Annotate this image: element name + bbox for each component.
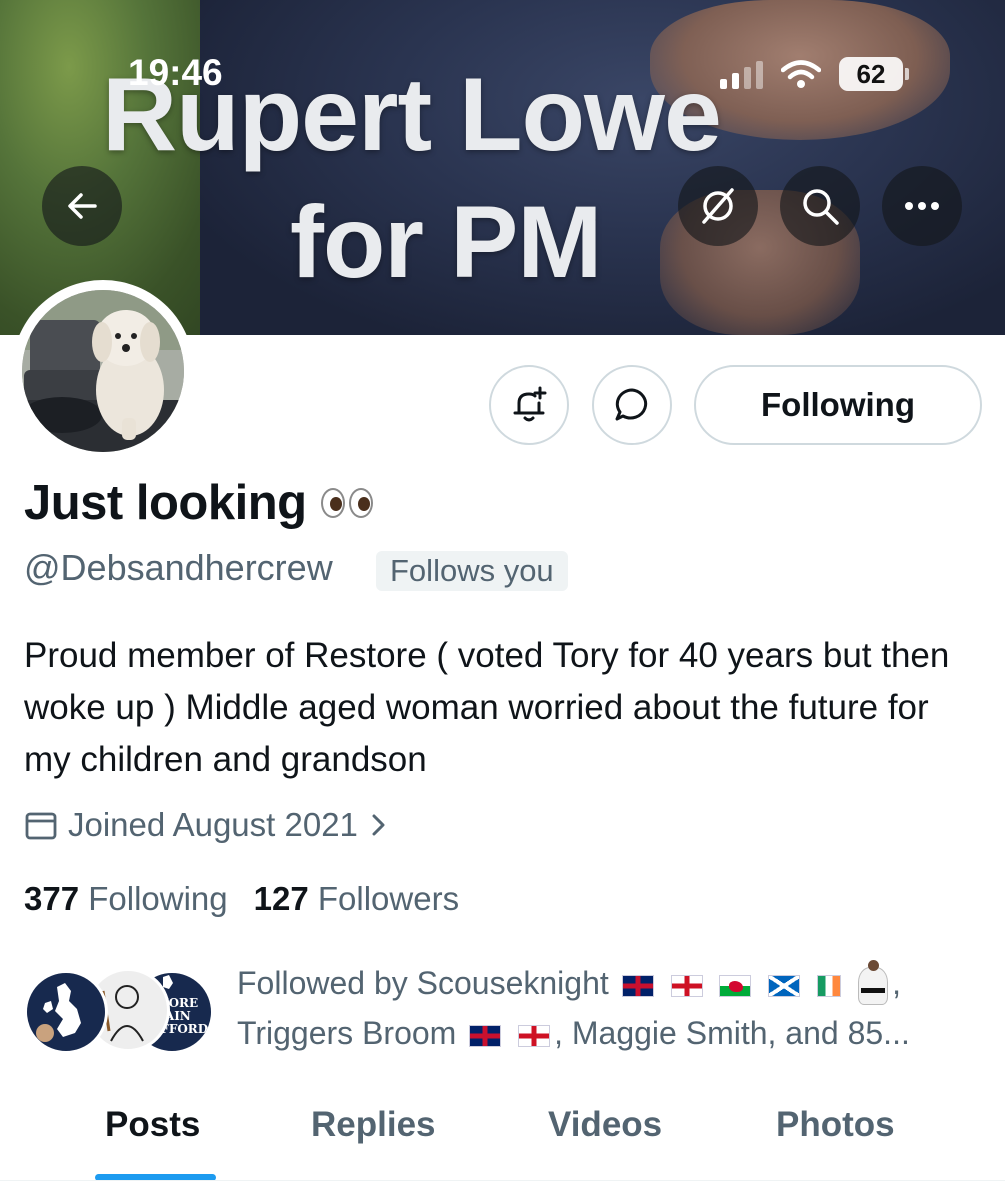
tab-photos[interactable]: Photos	[776, 1105, 895, 1145]
tab-divider	[0, 1180, 1005, 1181]
arrow-left-icon	[68, 193, 97, 219]
follower-avatar-1	[24, 970, 108, 1054]
ireland-flag-icon	[817, 974, 842, 997]
followed-by-rest: , Maggie Smith, and 85...	[554, 1015, 910, 1051]
followers-label: Followers	[317, 880, 460, 917]
bell-plus-icon	[513, 386, 547, 422]
followed-by-avatars[interactable]: STORE ITAIN AFFORD	[24, 968, 224, 1058]
profile-tabs: Posts Replies Videos Photos	[0, 1085, 1005, 1180]
signal-icon	[720, 59, 763, 89]
grok-icon	[702, 188, 734, 224]
profile-avatar[interactable]	[12, 280, 194, 462]
profile-bio: Proud member of Restore ( voted Tory for…	[24, 636, 950, 779]
chevron-right-icon	[372, 814, 385, 836]
england-flag-icon	[518, 1024, 551, 1047]
calendar-icon	[25, 812, 57, 840]
following-label: Following	[88, 880, 228, 917]
eyes-emoji-icon	[320, 488, 373, 518]
followers-count: 127	[253, 880, 309, 917]
following-stat[interactable]: 377 Following	[24, 880, 228, 918]
dog-photo-icon	[22, 290, 184, 452]
notifications-button[interactable]	[489, 365, 569, 445]
followers-stat[interactable]: 127 Followers	[254, 880, 459, 918]
england-flag-icon	[670, 974, 703, 997]
status-indicators: 62	[720, 57, 909, 91]
martial-arts-icon	[858, 959, 889, 1005]
uk-map-icon	[36, 983, 81, 1042]
more-options-button[interactable]	[882, 166, 962, 246]
avatar-image	[22, 290, 184, 452]
message-button[interactable]	[592, 365, 672, 445]
battery-icon: 62	[839, 57, 909, 91]
more-icon	[905, 202, 939, 210]
uk-flag-icon	[469, 1024, 502, 1047]
display-name-text: Just looking	[24, 476, 307, 530]
message-bubble-icon	[615, 388, 648, 421]
following-button[interactable]: Following	[694, 365, 982, 445]
battery-level: 62	[839, 57, 903, 91]
profile-banner: Rupert Lowe for PM	[0, 0, 1005, 335]
followed-by-second: Triggers Broom	[237, 1015, 457, 1051]
status-time: 19:46	[128, 52, 223, 93]
followed-by-prefix: Followed by Scouseknight	[237, 965, 609, 1001]
followed-by-comma: ,	[892, 965, 901, 1001]
followed-by-text[interactable]: Followed by Scouseknight , Triggers Broo…	[237, 958, 977, 1058]
grok-button[interactable]	[678, 166, 758, 246]
following-count: 377	[24, 880, 80, 917]
follow-stats: 377 Following 127 Followers	[24, 880, 459, 918]
wifi-icon	[781, 60, 821, 88]
search-icon	[803, 189, 839, 225]
joined-text: Joined August 2021	[68, 806, 358, 843]
banner-text-line2: for PM	[290, 185, 602, 299]
search-button[interactable]	[780, 166, 860, 246]
wales-flag-icon	[719, 974, 752, 997]
tab-posts[interactable]: Posts	[105, 1105, 200, 1145]
uk-flag-icon	[621, 974, 654, 997]
tab-videos[interactable]: Videos	[548, 1105, 662, 1145]
display-name: Just looking	[24, 475, 373, 531]
user-handle: @Debsandhercrew	[24, 547, 333, 588]
back-button[interactable]	[42, 166, 122, 246]
follows-you-badge: Follows you	[376, 551, 568, 591]
joined-date-link[interactable]: Joined August 2021	[24, 806, 388, 844]
tab-replies[interactable]: Replies	[311, 1105, 436, 1145]
scotland-flag-icon	[768, 974, 801, 997]
